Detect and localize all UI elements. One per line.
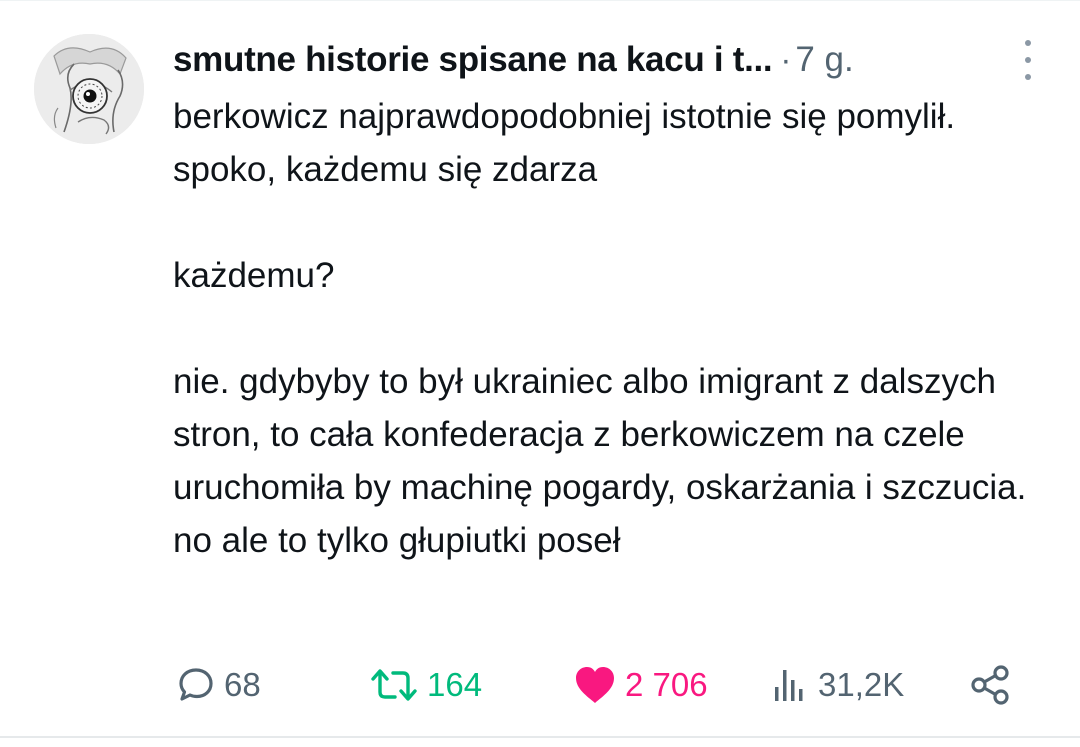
- header-separator: ·: [780, 41, 792, 78]
- repost-arrows-icon: [371, 669, 417, 701]
- post-timestamp[interactable]: 7 g.: [795, 40, 853, 80]
- avatar[interactable]: [34, 34, 144, 144]
- share-button[interactable]: [968, 660, 1012, 710]
- views-button[interactable]: 31,2K: [770, 660, 904, 710]
- avatar-image: [34, 34, 144, 144]
- reply-button[interactable]: 68: [176, 660, 261, 710]
- more-vertical-icon: [1025, 40, 1031, 46]
- post-paragraph: każdemu?: [173, 256, 335, 295]
- post-text: berkowicz najprawdopodobniej istotnie si…: [173, 90, 1043, 567]
- repost-button[interactable]: 164: [369, 660, 482, 710]
- like-count: 2 706: [625, 666, 708, 703]
- speech-bubble-icon: [179, 668, 213, 701]
- author-name[interactable]: smutne historie spisane na kacu i t...: [173, 40, 773, 80]
- share-icon: [971, 665, 1009, 705]
- reply-count: 68: [224, 666, 261, 703]
- post-paragraph: nie. gdybyby to był ukrainiec albo imigr…: [173, 362, 1027, 560]
- like-button[interactable]: 2 706: [573, 660, 708, 710]
- top-divider: [0, 0, 1080, 1]
- bottom-divider: [0, 736, 1080, 738]
- heart-icon: [576, 667, 614, 703]
- bar-chart-icon: [775, 670, 803, 701]
- post-paragraph: berkowicz najprawdopodobniej istotnie si…: [173, 97, 956, 189]
- repost-count: 164: [427, 666, 483, 703]
- more-options-button[interactable]: [1022, 40, 1034, 80]
- views-count: 31,2K: [818, 666, 905, 703]
- action-bar: 68 164 2 706 31,2K: [172, 660, 1018, 710]
- post-header: smutne historie spisane na kacu i t... ·…: [173, 36, 1040, 84]
